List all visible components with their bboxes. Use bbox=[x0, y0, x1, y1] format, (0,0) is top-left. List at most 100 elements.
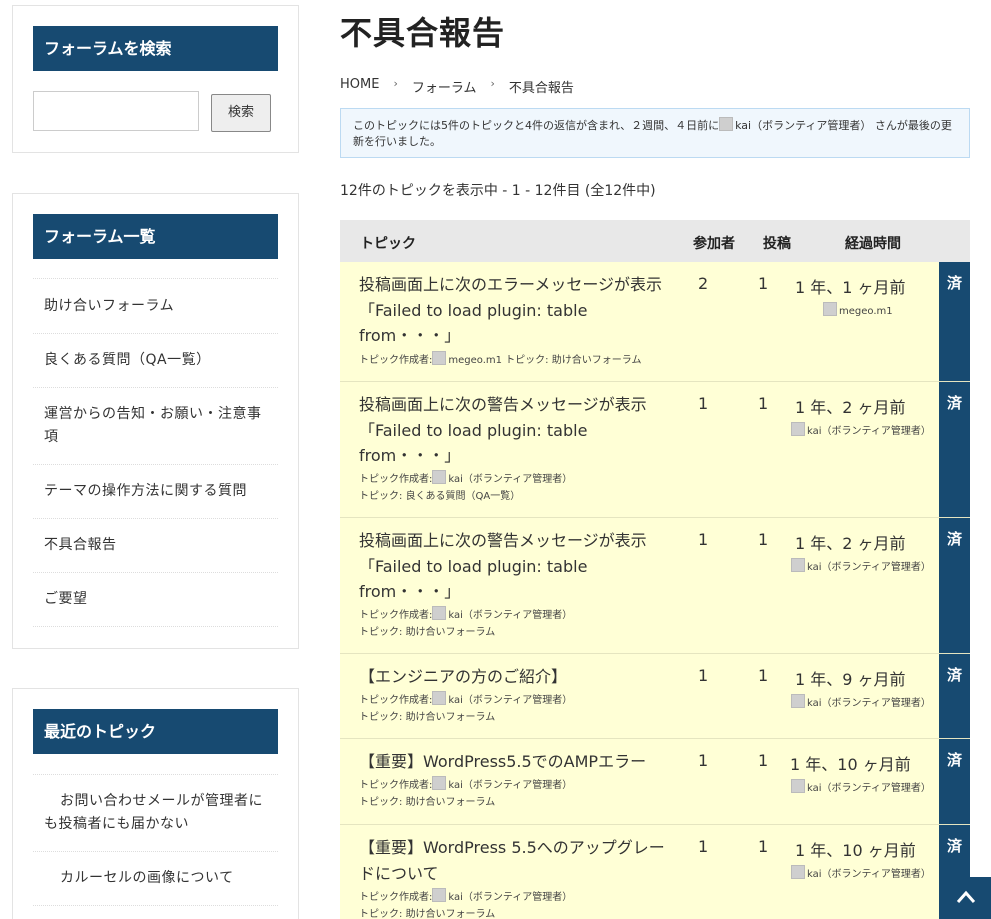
topic-author-link[interactable]: kai（ボランティア管理者） bbox=[448, 695, 572, 706]
topic-forum-link[interactable]: 良くある質問（QA一覧） bbox=[406, 491, 521, 502]
column-topic: トピック bbox=[360, 236, 416, 252]
forum-list-widget: フォーラム一覧 助け合いフォーラム 良くある質問（QA一覧） 運営からの告知・お… bbox=[12, 193, 299, 649]
topic-post-count: 1 bbox=[758, 666, 769, 685]
topic-count: 12件のトピックを表示中 - 1 - 12件目 (全12件中) bbox=[340, 183, 656, 199]
topic-last-poster-link[interactable]: kai（ボランティア管理者） bbox=[807, 562, 931, 573]
recent-topic-item[interactable]: お問い合わせメールが管理者にも投稿者にも届かない bbox=[33, 775, 278, 852]
topic-forum-label: トピック: bbox=[359, 627, 406, 638]
topic-meta: トピック作成者: kai（ボランティア管理者） トピック: 助け合いフォーラム bbox=[359, 691, 572, 726]
back-to-top-button[interactable] bbox=[940, 877, 991, 919]
resolved-badge: 済 bbox=[939, 739, 970, 824]
avatar-icon bbox=[791, 694, 805, 708]
topic-title-link[interactable]: 投稿画面上に次のエラーメッセージが表示「Failed to load plugi… bbox=[359, 272, 679, 349]
notice-user-link[interactable]: kai（ボランティア管理者） bbox=[735, 119, 871, 132]
recent-topics-title: 最近のトピック bbox=[33, 709, 278, 754]
avatar-icon bbox=[432, 606, 447, 620]
topic-forum-label: トピック: bbox=[359, 712, 406, 723]
topic-author-label: トピック作成者: bbox=[359, 474, 433, 485]
topic-title-link[interactable]: 投稿画面上に次の警告メッセージが表示「Failed to load plugin… bbox=[359, 528, 679, 605]
forum-list-item[interactable]: ご要望 bbox=[33, 573, 278, 627]
topics-table: トピック 参加者 投稿 経過時間 投稿画面上に次のエラーメッセージが表示「Fai… bbox=[340, 220, 970, 919]
avatar-icon bbox=[791, 865, 805, 879]
topic-freshness-link[interactable]: 1 年、2 ヶ月前 bbox=[795, 394, 906, 418]
topic-post-count: 1 bbox=[758, 274, 769, 293]
topic-row: 投稿画面上に次のエラーメッセージが表示「Failed to load plugi… bbox=[340, 262, 970, 382]
forum-list-item[interactable]: 不具合報告 bbox=[33, 519, 278, 573]
topic-row: 投稿画面上に次の警告メッセージが表示「Failed to load plugin… bbox=[340, 518, 970, 654]
breadcrumb-separator-icon: › bbox=[490, 77, 495, 90]
topic-freshness-link[interactable]: 1 年、1 ヶ月前 bbox=[795, 274, 906, 298]
avatar-icon bbox=[791, 779, 805, 793]
recent-topic-item[interactable]: カルーセルの画像について bbox=[33, 852, 278, 906]
topic-row: 【エンジニアの方のご紹介】 トピック作成者: kai（ボランティア管理者） トピッ… bbox=[340, 654, 970, 739]
topic-last-poster: kai（ボランティア管理者） bbox=[791, 865, 931, 880]
topic-row: 【重要】WordPress5.5でのAMPエラー トピック作成者: kai（ボラン… bbox=[340, 739, 970, 825]
topic-last-poster-link[interactable]: megeo.m1 bbox=[839, 306, 893, 317]
topic-post-count: 1 bbox=[758, 837, 769, 856]
topic-freshness-link[interactable]: 1 年、9 ヶ月前 bbox=[795, 666, 906, 690]
topic-meta: トピック作成者: kai（ボランティア管理者） トピック: 助け合いフォーラム bbox=[359, 888, 572, 919]
topic-title-link[interactable]: 【重要】WordPress 5.5へのアップグレードについて bbox=[359, 835, 679, 886]
forum-info-notice: このトピックには5件のトピックと4件の返信が含まれ、２週間、４日前に kai（ボラ… bbox=[340, 108, 970, 158]
topic-freshness-link[interactable]: 1 年、2 ヶ月前 bbox=[795, 530, 906, 554]
topic-last-poster-link[interactable]: kai（ボランティア管理者） bbox=[807, 698, 931, 709]
topic-last-poster-link[interactable]: kai（ボランティア管理者） bbox=[807, 426, 931, 437]
column-voices: 参加者 bbox=[693, 236, 735, 252]
breadcrumb-home[interactable]: HOME bbox=[340, 77, 379, 96]
breadcrumb-separator-icon: › bbox=[393, 77, 398, 90]
topic-freshness-link[interactable]: 1 年、10 ヶ月前 bbox=[795, 837, 916, 861]
topic-last-poster-link[interactable]: kai（ボランティア管理者） bbox=[807, 869, 931, 880]
topic-forum-link[interactable]: 助け合いフォーラム bbox=[406, 909, 496, 919]
topic-last-poster-link[interactable]: kai（ボランティア管理者） bbox=[807, 783, 931, 794]
topic-author-label: トピック作成者: bbox=[359, 780, 433, 791]
topic-voice-count: 1 bbox=[698, 530, 709, 549]
topic-meta: トピック作成者: kai（ボランティア管理者） トピック: 助け合いフォーラム bbox=[359, 776, 572, 811]
avatar-icon bbox=[719, 117, 734, 131]
forum-list-item[interactable]: 運営からの告知・お願い・注意事項 bbox=[33, 388, 278, 465]
topic-last-poster: kai（ボランティア管理者） bbox=[791, 694, 931, 709]
topic-title-link[interactable]: 投稿画面上に次の警告メッセージが表示「Failed to load plugin… bbox=[359, 392, 679, 469]
topic-last-poster: kai（ボランティア管理者） bbox=[791, 422, 931, 437]
avatar-icon bbox=[823, 302, 837, 316]
forum-list-item[interactable]: 良くある質問（QA一覧） bbox=[33, 334, 278, 388]
topic-forum-label: トピック: bbox=[359, 491, 406, 502]
topic-post-count: 1 bbox=[758, 751, 769, 770]
resolved-badge: 済 bbox=[939, 382, 970, 517]
topic-meta: トピック作成者: kai（ボランティア管理者） トピック: 良くある質問（QA一覧… bbox=[359, 470, 572, 505]
topic-author-link[interactable]: kai（ボランティア管理者） bbox=[448, 610, 572, 621]
topic-title-link[interactable]: 【重要】WordPress5.5でのAMPエラー bbox=[359, 749, 679, 775]
avatar-icon bbox=[432, 351, 447, 365]
resolved-badge: 済 bbox=[939, 518, 970, 653]
topic-meta: トピック作成者: megeo.m1 トピック: 助け合いフォーラム bbox=[359, 351, 641, 369]
topic-post-count: 1 bbox=[758, 530, 769, 549]
topic-voice-count: 1 bbox=[698, 666, 709, 685]
topic-forum-link[interactable]: 助け合いフォーラム bbox=[406, 797, 496, 808]
topic-last-poster: megeo.m1 bbox=[823, 302, 893, 317]
topics-table-header: トピック 参加者 投稿 経過時間 bbox=[340, 220, 970, 262]
topic-author-link[interactable]: megeo.m1 bbox=[448, 355, 502, 366]
breadcrumb-forums[interactable]: フォーラム bbox=[412, 77, 477, 96]
recent-topics-list: お問い合わせメールが管理者にも投稿者にも届かない カルーセルの画像について bbox=[33, 774, 278, 906]
forum-list-item[interactable]: テーマの操作方法に関する質問 bbox=[33, 465, 278, 519]
topic-author-link[interactable]: kai（ボランティア管理者） bbox=[448, 780, 572, 791]
topic-forum-link[interactable]: 助け合いフォーラム bbox=[406, 712, 496, 723]
forum-search-button[interactable]: 検索 bbox=[211, 94, 271, 132]
topic-author-label: トピック作成者: bbox=[359, 695, 433, 706]
avatar-icon bbox=[791, 558, 805, 572]
topic-author-link[interactable]: kai（ボランティア管理者） bbox=[448, 474, 572, 485]
topic-post-count: 1 bbox=[758, 394, 769, 413]
recent-topics-widget: 最近のトピック お問い合わせメールが管理者にも投稿者にも届かない カルーセルの画… bbox=[12, 688, 299, 919]
topic-title-link[interactable]: 【エンジニアの方のご紹介】 bbox=[359, 664, 679, 690]
forum-list-item[interactable]: 助け合いフォーラム bbox=[33, 279, 278, 334]
forum-search-widget: フォーラムを検索 検索 bbox=[12, 5, 299, 153]
topic-meta: トピック作成者: kai（ボランティア管理者） トピック: 助け合いフォーラム bbox=[359, 606, 572, 641]
topic-forum-link[interactable]: 助け合いフォーラム bbox=[406, 627, 496, 638]
column-freshness: 経過時間 bbox=[845, 236, 901, 252]
forum-search-input[interactable] bbox=[33, 91, 199, 131]
topic-freshness-link[interactable]: 1 年、10 ヶ月前 bbox=[790, 751, 911, 775]
topic-forum-link[interactable]: 助け合いフォーラム bbox=[552, 355, 642, 366]
topic-author-link[interactable]: kai（ボランティア管理者） bbox=[448, 892, 572, 903]
topic-forum-label: トピック: bbox=[359, 797, 406, 808]
topic-author-label: トピック作成者: bbox=[359, 610, 433, 621]
forum-list-title: フォーラム一覧 bbox=[33, 214, 278, 259]
